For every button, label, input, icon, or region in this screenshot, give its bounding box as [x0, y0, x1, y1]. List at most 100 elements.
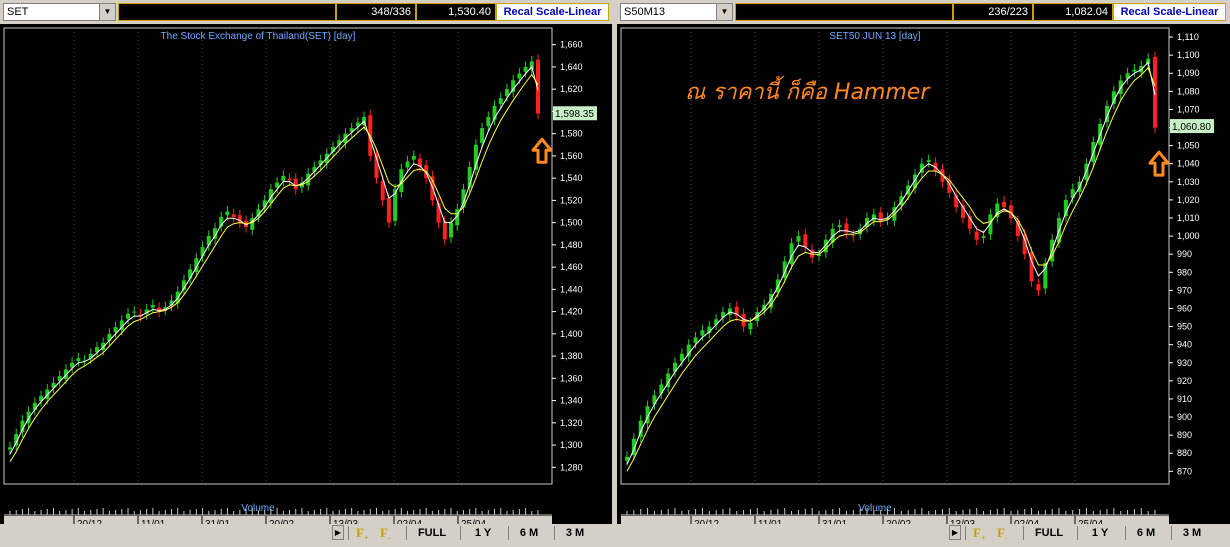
candle-body: [511, 80, 516, 92]
y-tick-label: 1,110: [1177, 32, 1199, 42]
1y-button[interactable]: 1 Y: [468, 526, 498, 540]
right-chart-svg[interactable]: SET50 JUN 13 [day] 870 880 890 900 910 920 930 9…: [617, 24, 1230, 545]
separator: [406, 526, 407, 540]
6m-button[interactable]: 6 M: [514, 526, 544, 540]
candle-body: [287, 178, 292, 181]
candle-body: [679, 353, 684, 361]
ratio-box: 236/223: [953, 3, 1033, 21]
y-tick-label: 870: [1177, 466, 1192, 476]
3m-button[interactable]: 3 M: [1177, 526, 1207, 540]
y-tick-label: 1,580: [560, 129, 583, 139]
separator: [348, 526, 349, 540]
y-tick-label: 1,300: [560, 440, 583, 450]
candle-body: [480, 128, 485, 143]
f-minus-button[interactable]: F-: [380, 525, 391, 543]
candle-body: [926, 160, 931, 162]
f-plus-button[interactable]: F+: [973, 525, 986, 543]
right-chart-panel: S50M13 ▼ 236/223 1,082.04 Recal Scale-Li…: [617, 0, 1230, 545]
chevron-down-icon[interactable]: ▼: [716, 4, 732, 20]
separator: [1125, 526, 1126, 540]
right-bottom-bar: ▶ F+ F- FULL 1 Y 6 M 3 M: [617, 524, 1230, 543]
right-chart-area[interactable]: SET50 JUN 13 [day] 870 880 890 900 910 920 930 9…: [617, 24, 1230, 545]
y-tick-label: 970: [1177, 285, 1192, 295]
last-price-value: 1,530.40: [448, 6, 491, 18]
candle-body: [796, 236, 801, 242]
recal-scale-label: Recal Scale-Linear: [503, 6, 602, 18]
separator: [1171, 526, 1172, 540]
f-plus-button[interactable]: F+: [356, 525, 369, 543]
candle-body: [988, 214, 993, 235]
left-chart-svg[interactable]: The Stock Exchange of Thailand(SET) [day…: [0, 24, 612, 545]
y-tick-label: 1,000: [1177, 231, 1200, 241]
y-tick-label: 1,040: [1177, 159, 1200, 169]
candle-body: [523, 66, 528, 72]
3m-button[interactable]: 3 M: [560, 526, 590, 540]
symbol-value: S50M13: [624, 6, 665, 18]
y-tick-label: 1,640: [560, 62, 583, 72]
y-tick-label: 1,020: [1177, 195, 1200, 205]
candle-body: [1132, 69, 1137, 72]
candle-body: [981, 236, 986, 238]
f-minus-button[interactable]: F-: [997, 525, 1008, 543]
y-tick-label: 1,030: [1177, 177, 1200, 187]
price-tag-label: 1,060.80: [1172, 122, 1211, 133]
full-button[interactable]: FULL: [1029, 526, 1069, 540]
candle-body: [517, 73, 522, 79]
recal-scale-button[interactable]: Recal Scale-Linear: [1113, 3, 1226, 21]
left-chart-area[interactable]: The Stock Exchange of Thailand(SET) [day…: [0, 24, 612, 545]
last-price-box: 1,530.40: [416, 3, 496, 21]
y-tick-label: 910: [1177, 394, 1192, 404]
y-tick-label: 1,480: [560, 240, 583, 250]
separator: [965, 526, 966, 540]
chevron-down-icon[interactable]: ▼: [99, 4, 115, 20]
y-tick-label: 1,050: [1177, 141, 1200, 151]
y-tick-label: 950: [1177, 322, 1192, 332]
6m-button[interactable]: 6 M: [1131, 526, 1161, 540]
candle-body: [275, 182, 280, 188]
full-button[interactable]: FULL: [412, 526, 452, 540]
ratio-value: 348/336: [371, 6, 411, 18]
symbol-select[interactable]: S50M13 ▼: [620, 3, 733, 21]
y-tick-label: 1,500: [560, 218, 583, 228]
y-tick-label: 890: [1177, 430, 1192, 440]
chart-title: SET50 JUN 13 [day]: [829, 31, 920, 42]
price-tag-label: 1,598.35: [555, 109, 594, 120]
candle-body: [150, 304, 155, 308]
candle-body: [281, 175, 286, 181]
candle-body: [837, 225, 842, 228]
left-chart-panel: SET ▼ 348/336 1,530.40 Recal Scale-Linea…: [0, 0, 612, 545]
y-tick-label: 900: [1177, 412, 1192, 422]
candle-body: [748, 322, 753, 330]
y-tick-label: 930: [1177, 358, 1192, 368]
left-bottom-bar: ▶ F+ F- FULL 1 Y 6 M 3 M: [0, 524, 612, 543]
y-tick-label: 920: [1177, 376, 1192, 386]
candle-body: [504, 89, 509, 97]
y-tick-label: 990: [1177, 249, 1192, 259]
candle-body: [442, 220, 447, 240]
candle-body: [449, 222, 454, 238]
candle-body: [625, 456, 629, 461]
right-toolbar: S50M13 ▼ 236/223 1,082.04 Recal Scale-Li…: [617, 0, 1230, 24]
candle-body: [231, 214, 236, 218]
empty-box: [735, 3, 953, 21]
candle-body: [498, 98, 503, 105]
candle-body: [268, 189, 273, 204]
scroll-right-icon[interactable]: ▶: [332, 525, 344, 540]
symbol-select[interactable]: SET ▼: [3, 3, 116, 21]
y-tick-label: 1,280: [560, 462, 583, 472]
candle-body: [386, 198, 391, 223]
y-tick-label: 1,620: [560, 84, 583, 94]
y-tick-label: 1,660: [560, 40, 583, 50]
symbol-value: SET: [7, 6, 29, 18]
1y-button[interactable]: 1 Y: [1085, 526, 1115, 540]
ratio-box: 348/336: [336, 3, 416, 21]
y-tick-label: 1,080: [1177, 86, 1200, 96]
scroll-right-icon[interactable]: ▶: [949, 525, 961, 540]
y-tick-label: 1,090: [1177, 68, 1200, 78]
last-price-box: 1,082.04: [1033, 3, 1113, 21]
recal-scale-button[interactable]: Recal Scale-Linear: [496, 3, 609, 21]
separator: [554, 526, 555, 540]
candle-body: [206, 235, 211, 246]
last-price-value: 1,082.04: [1065, 6, 1108, 18]
annotation-text: ณ ราคานี้ ก็คือ Hammer: [685, 75, 931, 105]
